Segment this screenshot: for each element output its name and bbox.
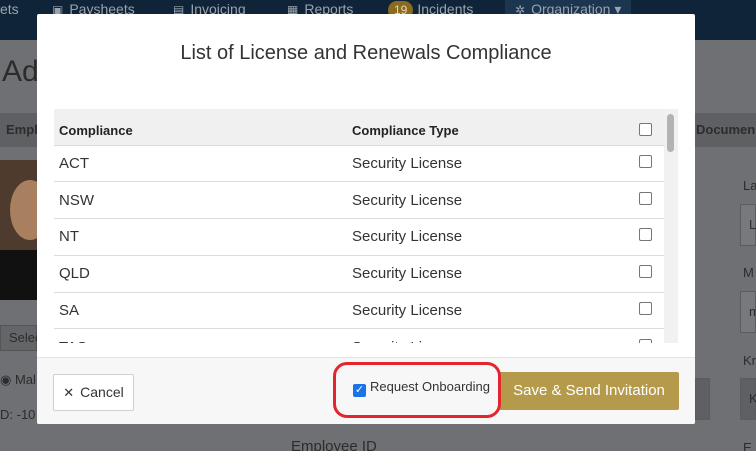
column-header-compliance-type: Compliance Type [352,123,459,139]
radio-icon: ◉ [0,372,15,387]
cell-compliance-type: Security License [347,328,634,343]
save-send-invitation-button[interactable]: Save & Send Invitation [499,372,679,410]
table-scrollbar[interactable] [664,109,678,343]
row-checkbox[interactable] [639,191,652,205]
field-label-known-as: Kr [743,353,756,368]
nav-item-partial[interactable]: ets [0,0,19,18]
modal-title: List of License and Renewals Compliance [180,42,552,64]
table-row: ACT Security License [54,144,664,182]
compliance-table-container[interactable]: Compliance Compliance Type ACT Security … [54,109,679,343]
table-row: NSW Security License [54,181,664,219]
cell-compliance: NSW [54,181,347,219]
employee-id-label: Employee ID [291,438,377,451]
row-checkbox[interactable] [639,302,652,316]
cell-compliance: TAS [54,328,347,343]
last-name-field[interactable]: L [740,204,756,246]
cell-compliance: QLD [54,254,347,293]
cancel-button[interactable]: ✕ Cancel [53,374,134,411]
table-row: SA Security License [54,291,664,329]
known-as-field[interactable]: K [740,378,756,420]
row-checkbox[interactable] [639,339,652,343]
close-icon: ✕ [63,385,75,400]
avatar-select-button[interactable]: Selec [0,325,42,351]
middle-name-field[interactable]: m [740,291,756,333]
row-checkbox[interactable] [639,228,652,242]
annotation-highlight-circle [333,362,501,418]
table-row: TAS Security License [54,328,664,343]
tab-employee[interactable]: Emplo [0,113,46,147]
tab-documents[interactable]: Documen [690,113,756,147]
cell-compliance-type: Security License [347,254,634,293]
background-field-partial[interactable] [695,378,710,420]
row-checkbox[interactable] [639,154,652,168]
select-all-checkbox[interactable] [639,122,652,136]
field-label-middle: M [743,265,754,280]
scrollbar-thumb[interactable] [667,114,674,152]
table-header-row: Compliance Compliance Type [54,109,664,145]
cell-compliance-type: Security License [347,144,634,182]
cell-compliance: SA [54,291,347,329]
cell-compliance-type: Security License [347,181,634,219]
employee-avatar [0,160,50,300]
gender-radio-male[interactable]: ◉ Mal [0,372,36,388]
compliance-table: Compliance Compliance Type ACT Security … [54,109,664,343]
cell-compliance: NT [54,218,347,256]
id-text: D: -10 [0,407,36,422]
row-checkbox[interactable] [639,265,652,279]
field-label-email: E [743,440,752,451]
cell-compliance-type: Security License [347,218,634,256]
cell-compliance: ACT [54,144,347,182]
cell-compliance-type: Security License [347,291,634,329]
column-header-compliance: Compliance [59,123,133,139]
table-row: QLD Security License [54,254,664,293]
table-row: NT Security License [54,218,664,256]
page-title: Ad [2,55,39,88]
select-all-cell [634,109,664,145]
field-label-last-name: La [743,178,756,193]
